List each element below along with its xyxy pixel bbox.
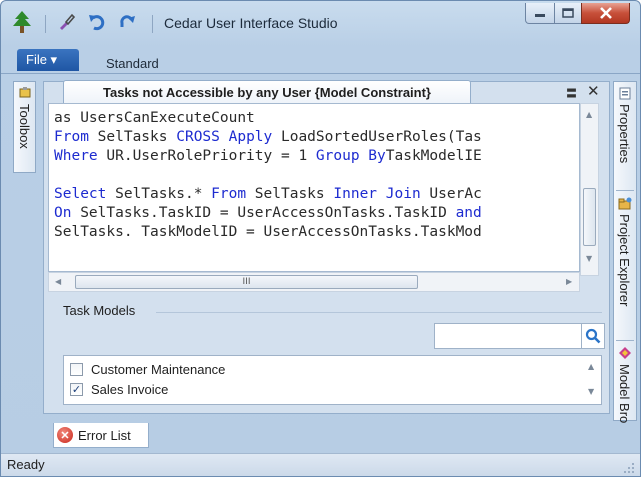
sql-keyword: Group By xyxy=(315,148,386,164)
status-text: Ready xyxy=(7,457,45,472)
sql-keyword: From xyxy=(54,129,89,145)
window-title: Cedar User Interface Studio xyxy=(164,15,338,31)
brush-icon[interactable] xyxy=(56,11,78,33)
editor-vertical-thumb[interactable] xyxy=(583,188,596,246)
task-models-label: Task Models xyxy=(63,303,136,318)
sql-text: UR.UserRolePriority = 1 xyxy=(97,148,316,164)
task-models-divider xyxy=(156,312,602,313)
sql-keyword: From xyxy=(211,186,247,202)
list-item[interactable]: ✓ Sales Invoice xyxy=(70,380,168,398)
sql-text: SelTasks xyxy=(88,129,177,145)
title-bar[interactable]: Cedar User Interface Studio xyxy=(1,1,640,45)
scroll-right-icon[interactable]: ▶ xyxy=(566,277,572,286)
model-browser-icon xyxy=(619,347,631,359)
maximize-icon xyxy=(562,8,574,18)
title-separator xyxy=(152,15,153,33)
sql-text: SelTasks.TaskID = UserAccessOnTasks.Task… xyxy=(71,205,456,221)
code-line: Where UR.UserRolePriority = 1 Group ByTa… xyxy=(54,148,482,164)
editor-horizontal-scrollbar[interactable]: ◀ III ▶ xyxy=(48,272,580,292)
maximize-button[interactable] xyxy=(554,3,582,24)
right-dock-panel: Properties Project Explorer Model Bro xyxy=(613,81,637,423)
panel-divider xyxy=(616,340,634,341)
pin-icon[interactable] xyxy=(18,86,32,100)
scroll-left-icon[interactable]: ◀ xyxy=(55,277,61,286)
scroll-up-icon[interactable]: ▲ xyxy=(588,362,594,371)
toolbox-label: Toolbox xyxy=(17,104,32,149)
app-window: Cedar User Interface Studio File ▾ Stand… xyxy=(0,0,641,477)
editor-vertical-scrollbar[interactable]: ▲ ▼ xyxy=(580,103,599,276)
scroll-up-icon[interactable]: ▲ xyxy=(586,110,592,119)
redo-icon[interactable] xyxy=(116,11,138,33)
project-explorer-icon xyxy=(618,197,632,210)
sql-text: SelTasks.* xyxy=(106,186,212,202)
sql-editor[interactable]: as UsersCanExecuteCount From SelTasks CRO… xyxy=(48,103,580,272)
code-line: Select SelTasks.* From SelTasks Inner Jo… xyxy=(54,186,482,202)
sql-keyword: On xyxy=(54,205,72,221)
tab-close-icon[interactable]: ✕ xyxy=(587,82,600,100)
task-model-checkbox[interactable]: ✓ xyxy=(70,382,83,396)
editor-horizontal-thumb[interactable]: III xyxy=(75,275,418,289)
search-button[interactable] xyxy=(582,323,605,349)
error-list-tab[interactable]: ✕ Error List xyxy=(53,423,149,448)
code-line: On SelTasks.TaskID = UserAccessOnTasks.T… xyxy=(54,205,482,221)
error-list-label: Error List xyxy=(78,427,131,443)
task-model-label: Sales Invoice xyxy=(91,381,169,397)
sql-text: as UsersCanExecuteCount xyxy=(54,110,255,126)
code-line: From SelTasks CROSS Apply LoadSortedUser… xyxy=(54,129,482,145)
toolbox-panel[interactable]: Toolbox xyxy=(13,81,36,173)
tab-standard[interactable]: Standard xyxy=(106,56,159,71)
error-icon: ✕ xyxy=(57,427,73,443)
scroll-down-icon[interactable]: ▼ xyxy=(586,254,592,263)
task-model-checkbox[interactable] xyxy=(70,362,83,376)
quick-access-separator xyxy=(45,15,46,33)
sql-keyword: Select xyxy=(54,186,107,202)
task-models-list[interactable]: Customer Maintenance ✓ Sales Invoice ▲ ▼ xyxy=(63,355,602,405)
properties-icon xyxy=(619,87,631,100)
code-line: SelTasks. TaskModelID = UserAccessOnTask… xyxy=(54,224,482,240)
file-menu-button[interactable]: File ▾ xyxy=(17,49,79,71)
ribbon-divider xyxy=(1,73,640,74)
sql-text: SelTasks xyxy=(246,186,334,202)
minimize-icon xyxy=(535,14,545,17)
sql-keyword: CROSS Apply xyxy=(176,129,273,145)
code-line: as UsersCanExecuteCount xyxy=(54,110,255,126)
search-icon xyxy=(585,328,601,344)
thumb-grip: III xyxy=(242,277,251,287)
scroll-down-icon[interactable]: ▼ xyxy=(588,387,594,396)
sql-text: UserAc xyxy=(420,186,482,202)
sql-keyword: Where xyxy=(54,148,98,164)
document-tab[interactable]: Tasks not Accessible by any User {Model … xyxy=(63,80,471,104)
task-model-label: Customer Maintenance xyxy=(91,361,226,377)
tab-menu-icon[interactable]: 〓 xyxy=(566,85,577,101)
sql-text: LoadSortedUserRoles(Tas xyxy=(272,129,482,145)
minimize-button[interactable] xyxy=(525,3,555,24)
task-models-search-input[interactable] xyxy=(434,323,582,349)
sql-text: TaskModelIE xyxy=(385,148,482,164)
panel-divider xyxy=(616,190,634,191)
status-bar: Ready xyxy=(1,453,640,476)
undo-icon[interactable] xyxy=(86,11,108,33)
sql-text: SelTasks. TaskModelID = UserAccessOnTask… xyxy=(54,224,482,240)
close-icon xyxy=(599,7,612,19)
sql-keyword: and xyxy=(455,205,482,221)
sql-keyword: Inner Join xyxy=(333,186,421,202)
properties-tab[interactable]: Properties xyxy=(617,104,632,163)
resize-grip-icon[interactable] xyxy=(623,462,635,474)
close-button[interactable] xyxy=(581,3,630,24)
tree-icon[interactable] xyxy=(11,10,33,34)
list-scrollbar[interactable]: ▲ ▼ xyxy=(583,356,601,404)
project-explorer-tab[interactable]: Project Explorer xyxy=(617,214,632,306)
list-item[interactable]: Customer Maintenance xyxy=(70,360,225,378)
model-browser-tab[interactable]: Model Bro xyxy=(617,364,632,423)
